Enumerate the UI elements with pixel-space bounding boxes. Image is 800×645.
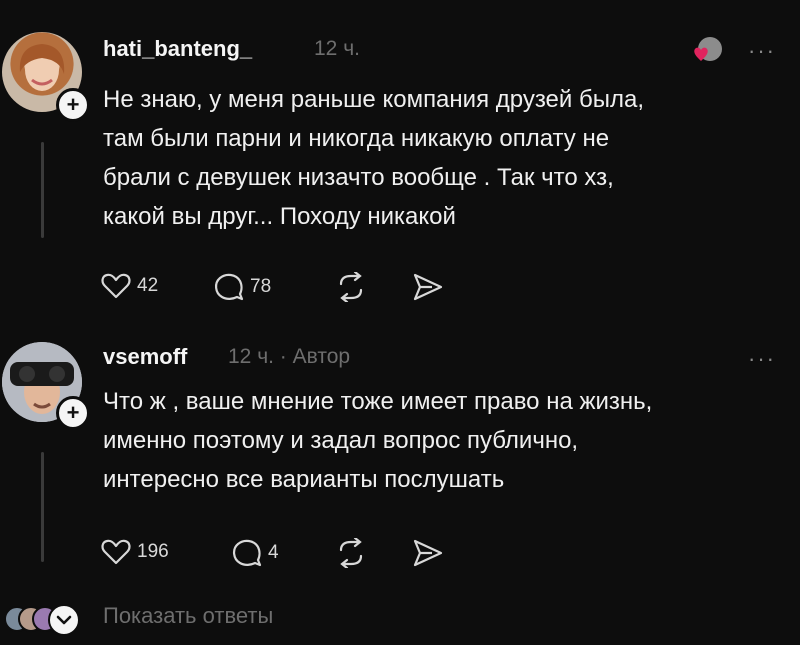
like-button[interactable]: 42 bbox=[101, 272, 158, 300]
share-button[interactable] bbox=[412, 272, 444, 307]
repost-button[interactable] bbox=[335, 270, 367, 307]
liked-by-author-icon bbox=[690, 34, 724, 68]
thread-line bbox=[41, 452, 44, 562]
show-replies-link[interactable]: Показать ответы bbox=[103, 603, 273, 629]
comment-button[interactable]: 4 bbox=[232, 538, 279, 568]
heart-icon bbox=[101, 273, 131, 299]
comment-username[interactable]: vsemoff bbox=[103, 344, 187, 370]
comment-text: Не знаю, у меня раньше компания друзей б… bbox=[103, 86, 644, 230]
repost-button[interactable] bbox=[335, 536, 367, 573]
like-count: 196 bbox=[137, 541, 169, 562]
comment-icon bbox=[233, 539, 262, 567]
thread-line bbox=[41, 142, 44, 238]
heart-icon bbox=[101, 539, 131, 565]
repost-icon bbox=[339, 270, 363, 304]
comment-timestamp: 12 ч. bbox=[314, 37, 360, 60]
follow-plus-icon[interactable]: + bbox=[56, 88, 90, 122]
share-icon bbox=[413, 273, 443, 301]
more-icon[interactable]: ··· bbox=[748, 346, 776, 372]
comment-text: Что ж , ваше мнение тоже имеет право на … bbox=[103, 388, 653, 493]
follow-plus-icon[interactable]: + bbox=[56, 396, 90, 430]
comment-username[interactable]: hati_banteng_ bbox=[103, 36, 252, 62]
comment-count: 78 bbox=[250, 276, 272, 297]
reply-avatars[interactable] bbox=[4, 604, 84, 636]
share-icon bbox=[413, 539, 443, 567]
like-count: 42 bbox=[137, 275, 159, 296]
like-button[interactable]: 196 bbox=[101, 538, 169, 566]
repost-icon bbox=[339, 536, 363, 570]
more-icon[interactable]: ··· bbox=[748, 38, 776, 64]
chevron-down-icon bbox=[48, 604, 80, 636]
comment-button[interactable]: 78 bbox=[214, 272, 271, 302]
comment-count: 4 bbox=[268, 542, 279, 563]
share-button[interactable] bbox=[412, 538, 444, 573]
comment-timestamp: 12 ч. · Автор bbox=[228, 345, 351, 368]
comment-icon bbox=[215, 273, 244, 301]
